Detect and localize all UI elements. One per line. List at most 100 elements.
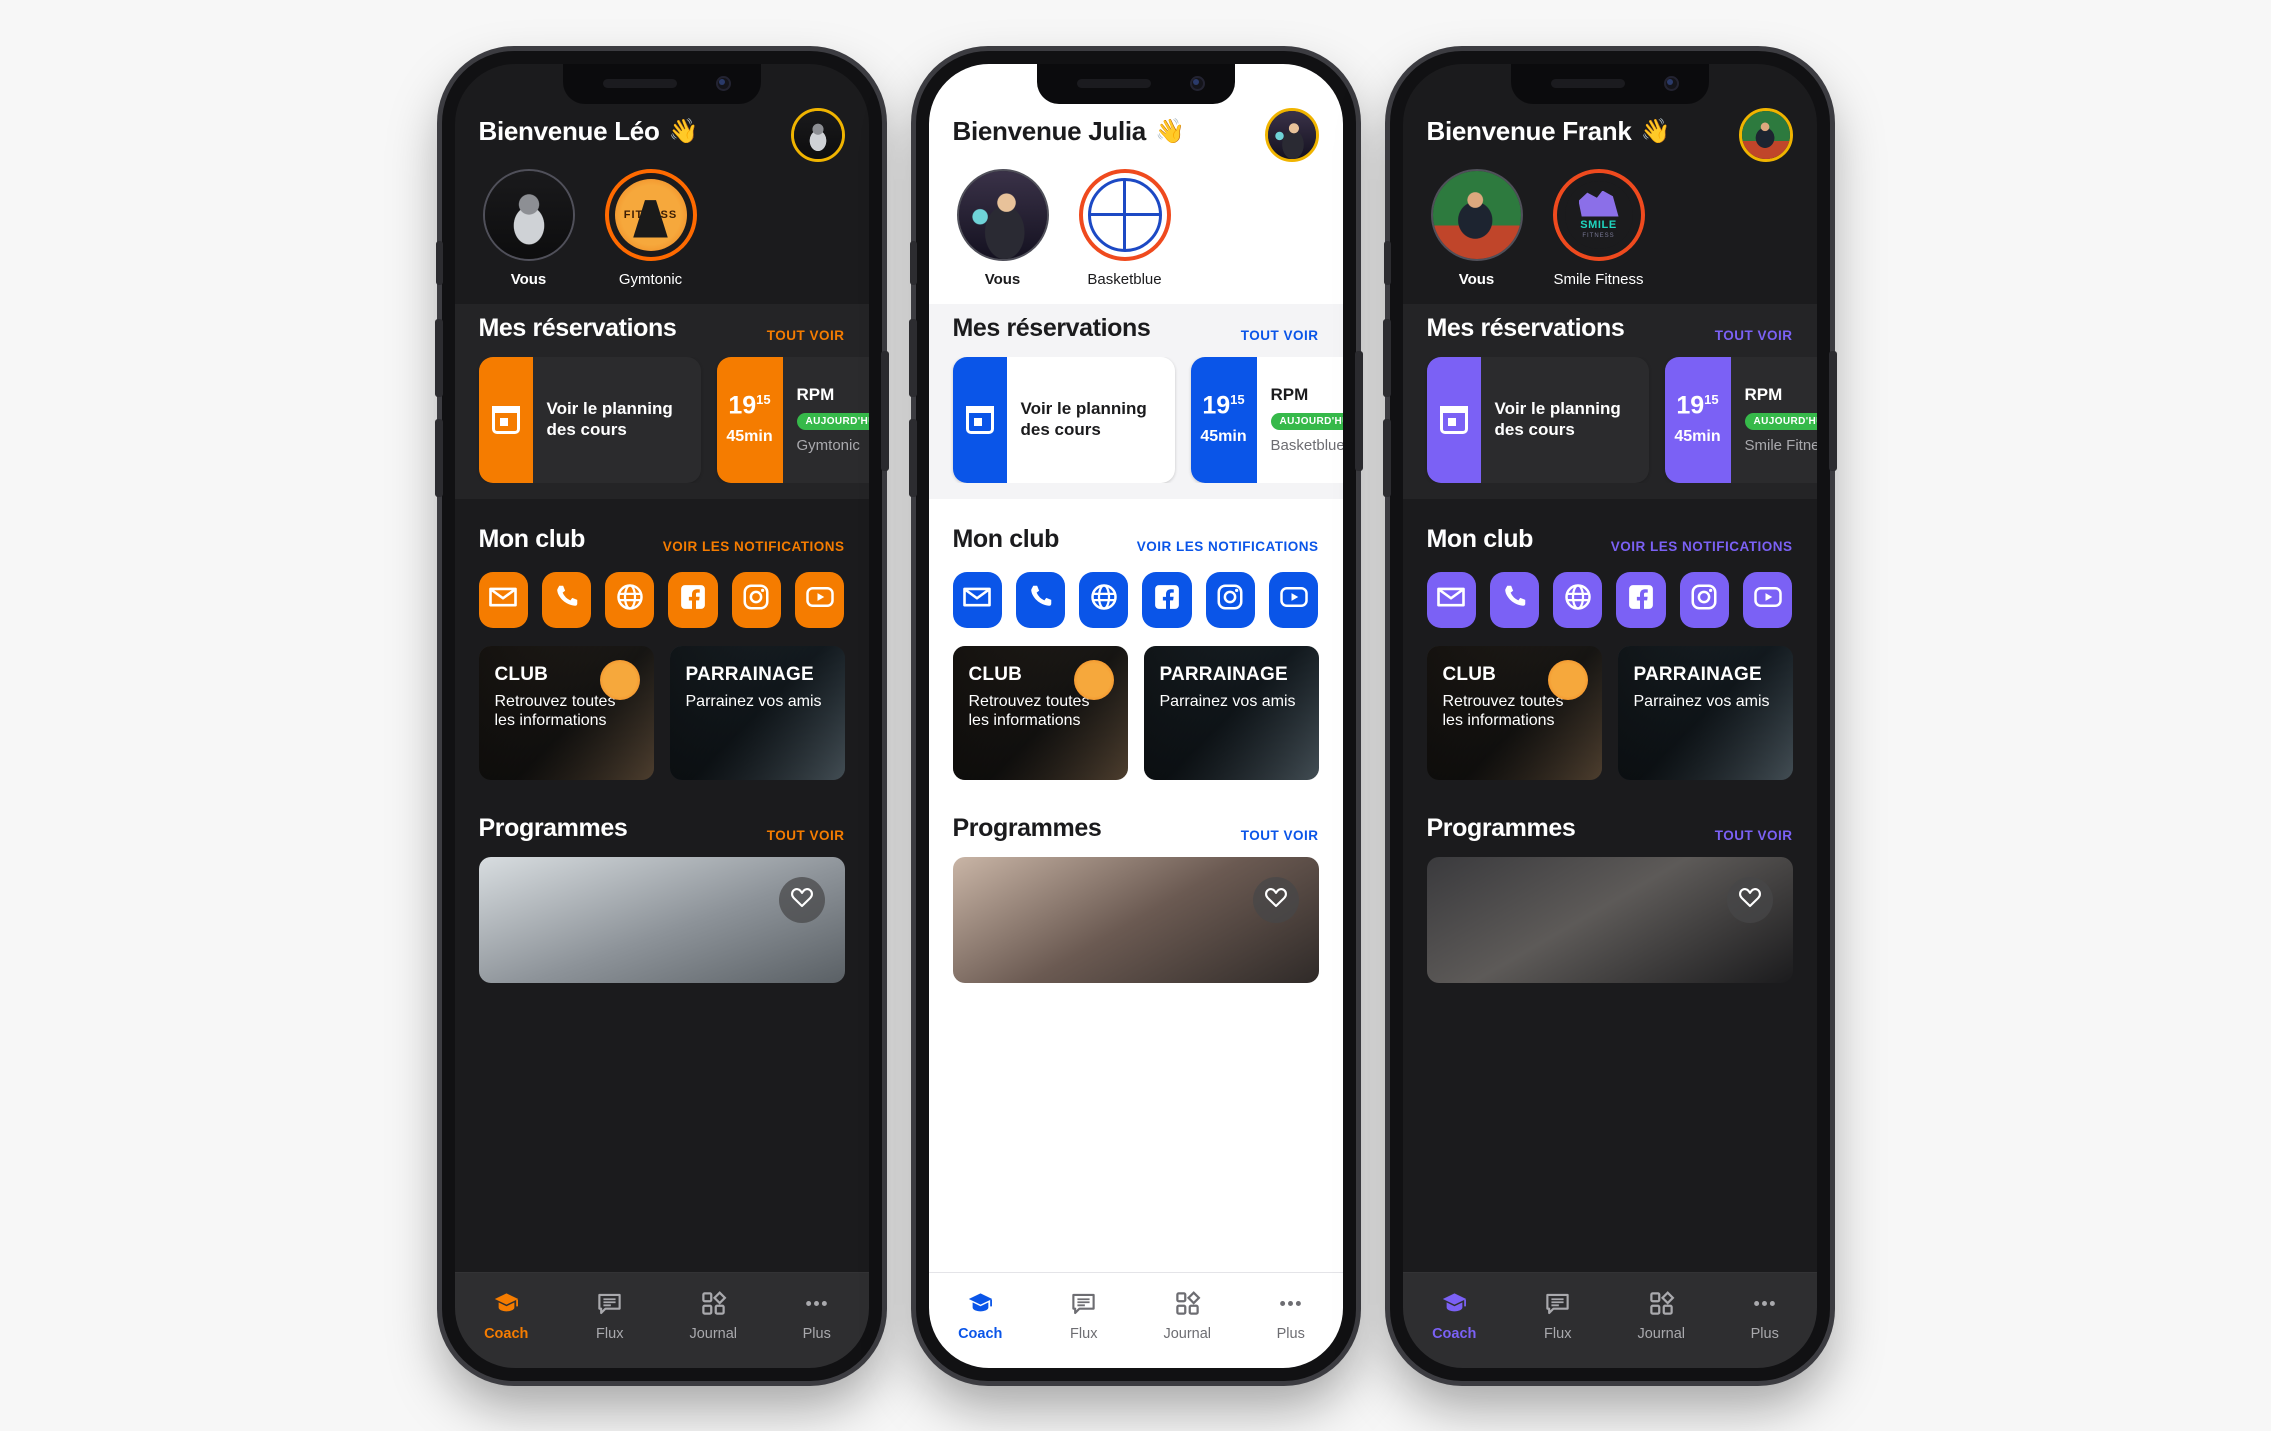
favorite-button[interactable] [778,876,825,923]
tab-journal[interactable]: Journal [662,1289,766,1342]
programme-card[interactable] [1426,856,1793,983]
favorite-button[interactable] [1252,876,1299,923]
tab-coach[interactable]: Coach [929,1289,1033,1342]
social-mail-button[interactable] [952,571,1002,628]
volume-down-button[interactable] [1382,418,1391,497]
tab-journal[interactable]: Journal [1136,1289,1240,1342]
club-item-gym[interactable]: SMILE FITNESS Smile Fitness [1552,168,1645,288]
smile-fitness-logo-icon: SMILE FITNESS [1564,180,1633,249]
tab-coach[interactable]: Coach [1403,1289,1507,1342]
power-button[interactable] [880,350,889,471]
see-all-reservations-link[interactable]: TOUT VOIR [767,328,845,343]
power-button[interactable] [1828,350,1837,471]
tab-flux[interactable]: Flux [1506,1289,1610,1342]
tab-journal[interactable]: Journal [1610,1289,1714,1342]
mail-icon [1436,582,1466,617]
mute-switch[interactable] [1383,240,1391,285]
social-youtube-button[interactable] [1743,571,1793,628]
see-all-reservations-link[interactable]: TOUT VOIR [1715,328,1793,343]
social-mail-button[interactable] [1426,571,1476,628]
planning-card[interactable]: Voir le planning des cours [952,356,1175,483]
programme-card[interactable] [952,856,1319,983]
social-instagram-button[interactable] [1205,571,1256,628]
promo-card-parrainage[interactable]: PARRAINAGE Parrainez vos amis [1617,645,1793,780]
club-item-gym[interactable]: Basketblue [1078,168,1171,288]
volume-down-button[interactable] [434,418,443,497]
tab-plus[interactable]: Plus [1239,1289,1343,1342]
tab-flux[interactable]: Flux [558,1289,662,1342]
social-facebook-button[interactable] [1142,571,1192,628]
planning-card[interactable]: Voir le planning des cours [1426,356,1649,483]
social-facebook-button[interactable] [1616,571,1666,628]
tab-plus[interactable]: Plus [1713,1289,1817,1342]
avatar[interactable] [1264,107,1319,162]
club-item-gym[interactable]: FITNESS Gymtonic [604,168,697,288]
promo-card-club[interactable]: CLUB Retrouvez toutes les informations [478,645,654,780]
see-all-programmes-link[interactable]: TOUT VOIR [1715,828,1793,843]
mute-switch[interactable] [435,240,443,285]
club-item-you[interactable]: Vous [482,168,575,288]
reservation-card-list[interactable]: Voir le planning des cours 1915 45min RP… [455,356,869,483]
class-name: RPM [1270,385,1309,405]
see-notifications-link[interactable]: VOIR LES NOTIFICATIONS [663,539,845,554]
social-globe-button[interactable] [1553,571,1603,628]
social-instagram-button[interactable] [1679,571,1730,628]
avatar[interactable] [1738,107,1793,162]
promo-card-parrainage[interactable]: PARRAINAGE Parrainez vos amis [669,645,845,780]
social-globe-button[interactable] [605,571,655,628]
app-content[interactable]: Bienvenue Frank 👋 Vous SMILE FITNESS Smil… [1402,63,1817,1272]
tab-plus[interactable]: Plus [765,1289,869,1342]
planning-card[interactable]: Voir le planning des cours [478,356,701,483]
class-hour: 19 [1676,391,1705,420]
programme-card[interactable] [478,856,845,983]
class-duration: 45min [1200,428,1247,446]
social-youtube-button[interactable] [1269,571,1319,628]
heart-icon [1738,885,1762,914]
globe-icon [615,582,645,617]
volume-up-button[interactable] [434,318,443,397]
class-reservation-card[interactable]: 1915 45min RPM AUJOURD'HUI Smile Fitness [1664,356,1817,483]
social-phone-button[interactable] [541,571,592,628]
power-button[interactable] [1354,350,1363,471]
social-facebook-button[interactable] [668,571,718,628]
social-instagram-button[interactable] [731,571,782,628]
instagram-icon [741,582,771,617]
see-all-reservations-link[interactable]: TOUT VOIR [1241,328,1319,343]
tab-coach[interactable]: Coach [455,1289,559,1342]
bottom-tab-bar: Coach Flux Journal Plus [454,1271,869,1368]
club-item-you[interactable]: Vous [956,168,1049,288]
promo-heading: CLUB [1442,663,1497,685]
see-notifications-link[interactable]: VOIR LES NOTIFICATIONS [1137,539,1319,554]
reservation-card-list[interactable]: Voir le planning des cours 1915 45min RP… [929,356,1343,483]
promo-heading: PARRAINAGE [685,663,814,685]
social-phone-button[interactable] [1489,571,1540,628]
promo-card-club[interactable]: CLUB Retrouvez toutes les informations [952,645,1128,780]
class-reservation-card[interactable]: 1915 45min RPM AUJOURD'HUI Basketblue [1190,356,1343,483]
class-time-block: 1915 45min [1190,356,1257,483]
favorite-button[interactable] [1726,876,1773,923]
class-reservation-card[interactable]: 1915 45min RPM AUJOURD'HUI Gymtonic [716,356,869,483]
app-content[interactable]: Bienvenue Julia 👋 Vous Basketblue Mes ré… [928,63,1343,1272]
avatar[interactable] [790,107,845,162]
class-club-name: Gymtonic [796,436,860,454]
promo-card-parrainage[interactable]: PARRAINAGE Parrainez vos amis [1143,645,1319,780]
see-all-programmes-link[interactable]: TOUT VOIR [767,828,845,843]
social-youtube-button[interactable] [795,571,845,628]
see-notifications-link[interactable]: VOIR LES NOTIFICATIONS [1611,539,1793,554]
volume-up-button[interactable] [908,318,917,397]
see-all-programmes-link[interactable]: TOUT VOIR [1241,828,1319,843]
social-globe-button[interactable] [1079,571,1129,628]
mute-switch[interactable] [909,240,917,285]
social-phone-button[interactable] [1015,571,1066,628]
club-item-you[interactable]: Vous [1430,168,1523,288]
heart-icon [1264,885,1288,914]
volume-up-button[interactable] [1382,318,1391,397]
promo-card-club[interactable]: CLUB Retrouvez toutes les informations [1426,645,1602,780]
section-title: Programmes [952,813,1102,842]
app-content[interactable]: Bienvenue Léo 👋 Vous FITNESS Gymtonic Me… [454,63,869,1272]
reservation-card-list[interactable]: Voir le planning des cours 1915 45min RP… [1403,356,1817,483]
calendar-icon [1439,405,1468,434]
volume-down-button[interactable] [908,418,917,497]
social-mail-button[interactable] [478,571,528,628]
tab-flux[interactable]: Flux [1032,1289,1136,1342]
